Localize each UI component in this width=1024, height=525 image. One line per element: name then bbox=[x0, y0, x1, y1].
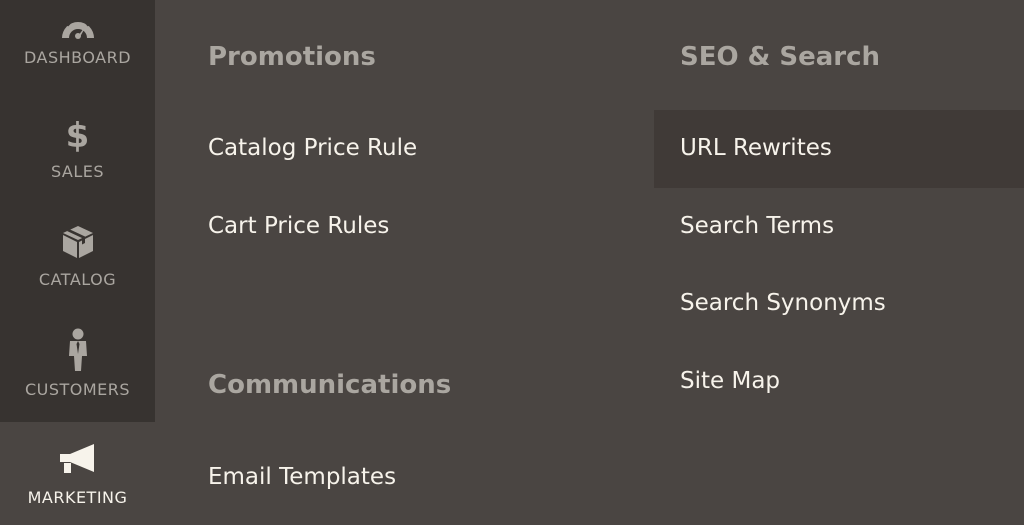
sidebar-item-dashboard[interactable]: DASHBOARD bbox=[0, 10, 155, 67]
section-title-seo-search: SEO & Search bbox=[680, 42, 881, 72]
sidebar-item-label: CUSTOMERS bbox=[24, 380, 131, 399]
section-title-communications: Communications bbox=[208, 370, 452, 400]
section-title-promotions: Promotions bbox=[208, 42, 376, 72]
menu-link-url-rewrites[interactable]: URL Rewrites bbox=[680, 135, 832, 161]
sidebar: DASHBOARD $ SALES CATALOG CUSTOMERS MARK… bbox=[0, 0, 155, 525]
dollar-icon: $ bbox=[65, 116, 90, 156]
sidebar-item-marketing[interactable]: MARKETING bbox=[0, 442, 155, 507]
person-icon bbox=[68, 328, 87, 371]
admin-menu: DASHBOARD $ SALES CATALOG CUSTOMERS MARK… bbox=[0, 0, 1024, 525]
menu-link-email-templates[interactable]: Email Templates bbox=[208, 464, 396, 490]
sidebar-item-catalog[interactable]: CATALOG bbox=[0, 224, 155, 289]
sidebar-item-sales[interactable]: $ SALES bbox=[0, 118, 155, 181]
sidebar-item-label: DASHBOARD bbox=[23, 48, 132, 67]
megaphone-icon bbox=[59, 444, 94, 473]
sidebar-item-label: SALES bbox=[50, 162, 105, 181]
box-icon bbox=[62, 226, 93, 258]
menu-link-cart-price-rules[interactable]: Cart Price Rules bbox=[208, 213, 389, 239]
menu-link-catalog-price-rule[interactable]: Catalog Price Rule bbox=[208, 135, 417, 161]
menu-link-search-terms[interactable]: Search Terms bbox=[680, 213, 834, 239]
sidebar-item-customers[interactable]: CUSTOMERS bbox=[0, 328, 155, 399]
menu-link-site-map[interactable]: Site Map bbox=[680, 368, 780, 394]
menu-link-search-synonyms[interactable]: Search Synonyms bbox=[680, 290, 886, 316]
speedometer-icon bbox=[61, 15, 94, 39]
sidebar-item-label: CATALOG bbox=[38, 270, 117, 289]
sidebar-item-label: MARKETING bbox=[27, 488, 128, 507]
